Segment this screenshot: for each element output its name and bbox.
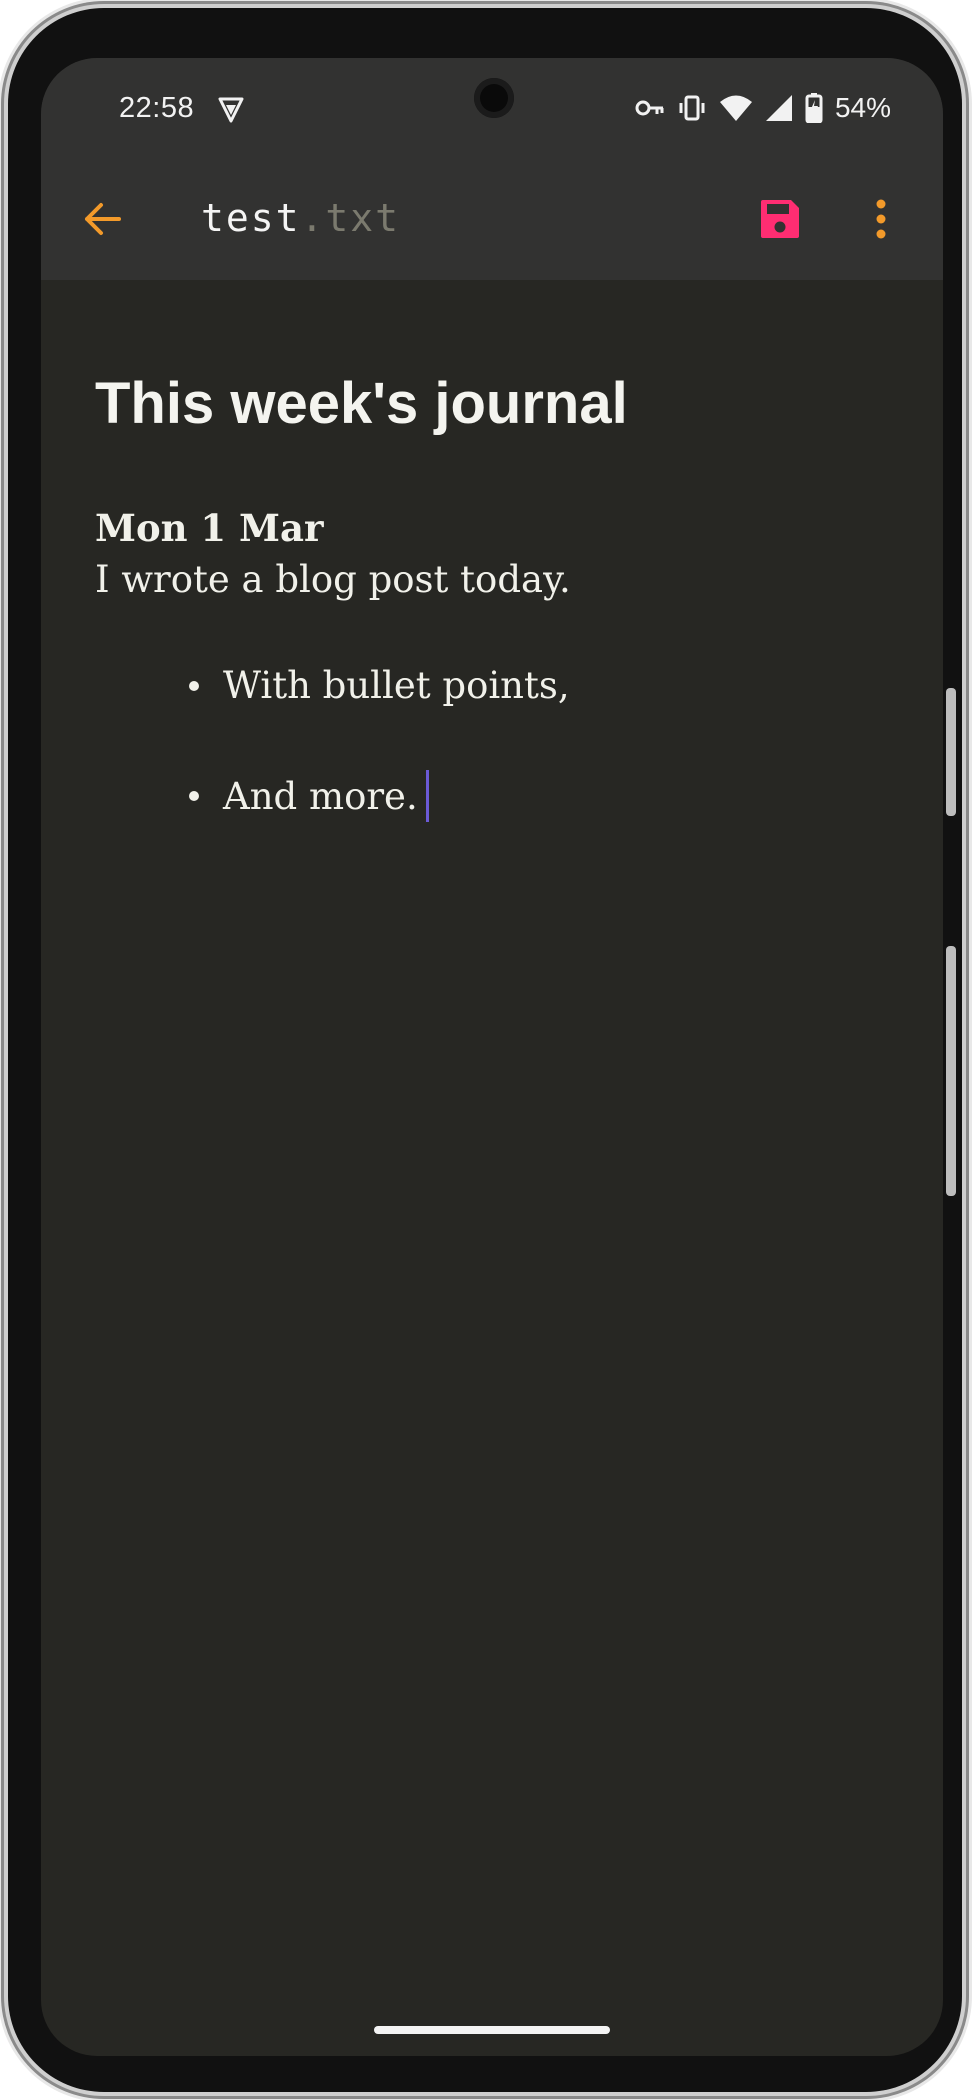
text-cursor (425, 770, 429, 822)
bullet-text: With bullet points, (223, 664, 570, 707)
status-time: 22:58 (119, 92, 195, 124)
front-camera (474, 78, 514, 118)
date-heading: Mon 1 Mar (95, 506, 324, 550)
volume-button (946, 688, 956, 816)
save-floppy-icon[interactable] (757, 196, 803, 242)
file-name[interactable]: test.txt (201, 196, 400, 240)
file-name-base: test (201, 196, 301, 240)
bullet-item: With bullet points, (189, 664, 570, 707)
bullet-text: And more. (223, 774, 418, 818)
vpn-shield-icon (218, 97, 244, 123)
screen: 22:58 54% test.txt This week's journal M… (41, 58, 943, 2056)
file-extension: .txt (300, 196, 401, 240)
home-indicator[interactable] (374, 2026, 610, 2034)
app-bar: test.txt (41, 158, 943, 280)
vibrate-icon (679, 95, 705, 121)
status-icons: 54% (635, 88, 891, 128)
more-options-icon[interactable] (861, 196, 901, 242)
battery-charging-icon (805, 93, 823, 123)
phone-frame: 22:58 54% test.txt This week's journal M… (8, 8, 962, 2092)
bullet-dot-icon (189, 680, 199, 691)
paragraph-text: I wrote a blog post today. (95, 558, 571, 601)
power-button (946, 946, 956, 1196)
document-title: This week's journal (95, 371, 628, 436)
bullet-item: And more. (189, 770, 429, 822)
wifi-icon (719, 95, 752, 121)
back-arrow-icon[interactable] (79, 196, 125, 242)
cell-signal-icon (765, 95, 792, 121)
bullet-dot-icon (189, 791, 199, 801)
key-icon (635, 100, 664, 116)
status-bar: 22:58 54% (41, 58, 943, 158)
battery-percent: 54% (834, 92, 891, 123)
